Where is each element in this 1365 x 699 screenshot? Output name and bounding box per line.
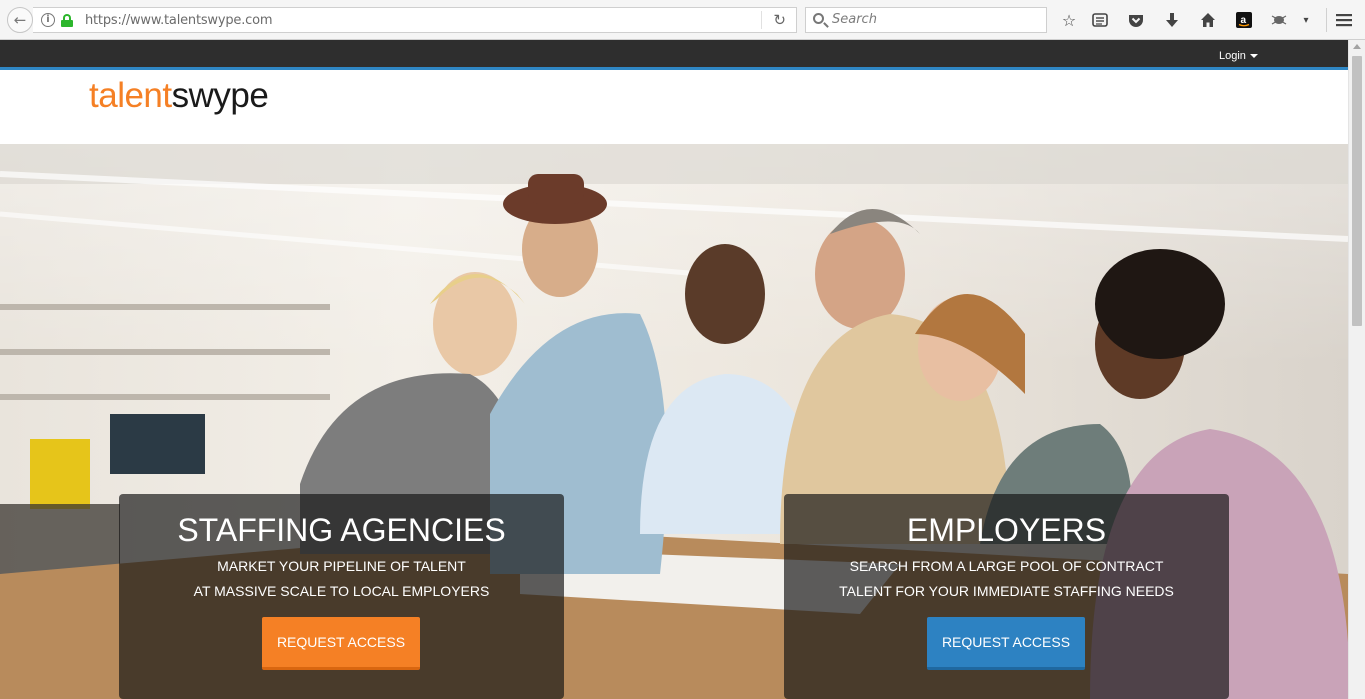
talentswype-logo[interactable]: talentswype	[89, 76, 269, 116]
logo-part-swype: swype	[171, 76, 269, 115]
employers-title: EMPLOYERS	[906, 512, 1107, 548]
employers-panel: EMPLOYERS SEARCH FROM A LARGE POOL OF CO…	[784, 494, 1229, 699]
extension-icon[interactable]	[1268, 9, 1290, 31]
download-icon[interactable]	[1161, 9, 1183, 31]
staffing-agencies-subtitle-line2: AT MASSIVE SCALE TO LOCAL EMPLOYERS	[193, 583, 490, 599]
scroll-up-arrow-icon[interactable]	[1353, 44, 1361, 49]
staffing-agencies-title: STAFFING AGENCIES	[177, 512, 506, 548]
bookmark-star-icon[interactable]: ☆	[1058, 9, 1080, 31]
logo-part-talent: talent	[89, 76, 172, 115]
lock-icon	[61, 14, 73, 27]
reload-icon[interactable]: ↻	[773, 11, 786, 29]
page-scrollbar[interactable]	[1348, 40, 1365, 699]
overflow-chevron-icon[interactable]: ▾	[1295, 9, 1317, 31]
staffing-agencies-panel: STAFFING AGENCIES MARKET YOUR PIPELINE O…	[119, 494, 564, 699]
login-dropdown[interactable]: Login	[1219, 50, 1258, 62]
login-label: Login	[1219, 50, 1246, 62]
search-input[interactable]	[832, 12, 1032, 27]
top-navigation-bar: Login	[0, 40, 1348, 70]
scrollbar-thumb[interactable]	[1352, 56, 1362, 326]
reader-list-icon[interactable]	[1089, 9, 1111, 31]
hamburger-menu-icon[interactable]	[1333, 9, 1355, 31]
home-icon[interactable]	[1197, 9, 1219, 31]
info-icon[interactable]: i	[41, 13, 55, 27]
web-page: Login talentswype STAFFING AGENCIES MARK…	[0, 40, 1348, 699]
employers-request-access-button[interactable]: REQUEST ACCESS	[927, 617, 1085, 670]
amazon-icon[interactable]: a	[1233, 9, 1255, 31]
svg-text:a: a	[1241, 15, 1247, 26]
search-bar[interactable]	[805, 7, 1047, 33]
pocket-icon[interactable]	[1125, 9, 1147, 31]
back-arrow-icon[interactable]: ←	[7, 7, 33, 33]
hero-banner: STAFFING AGENCIES MARKET YOUR PIPELINE O…	[0, 144, 1348, 699]
toolbar-divider	[1326, 8, 1327, 32]
staffing-agencies-subtitle-line1: MARKET YOUR PIPELINE OF TALENT	[217, 558, 466, 574]
caret-down-icon	[1249, 54, 1258, 59]
employers-subtitle-line1: SEARCH FROM A LARGE POOL OF CONTRACT	[849, 558, 1164, 574]
search-icon	[813, 13, 824, 24]
url-bar[interactable]: i https://www.talentswype.com ↻	[33, 7, 797, 33]
url-text[interactable]: https://www.talentswype.com	[85, 13, 272, 28]
staffing-request-access-button[interactable]: REQUEST ACCESS	[262, 617, 420, 670]
url-divider	[761, 11, 762, 29]
employers-subtitle-line2: TALENT FOR YOUR IMMEDIATE STAFFING NEEDS	[839, 583, 1174, 599]
browser-toolbar: ← i https://www.talentswype.com ↻ ☆ a ▾	[0, 0, 1365, 40]
